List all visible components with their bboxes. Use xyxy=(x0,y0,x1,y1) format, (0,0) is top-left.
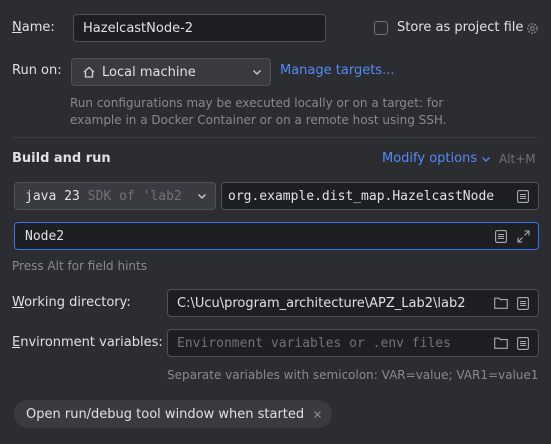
jdk-dropdown[interactable]: java 23 SDK of 'lab2 xyxy=(14,182,216,210)
expand-icon[interactable] xyxy=(516,229,530,243)
run-on-hint: Run configurations may be executed local… xyxy=(70,96,447,127)
gear-icon[interactable] xyxy=(524,20,540,36)
working-directory-field[interactable]: C:\Ucu\program_architecture\APZ_Lab2\lab… xyxy=(167,289,539,317)
environment-variables-field[interactable]: Environment variables or .env files xyxy=(167,329,539,357)
folder-icon[interactable] xyxy=(494,296,508,310)
modify-options-link[interactable]: Modify options xyxy=(382,150,491,168)
run-on-dropdown[interactable]: Local machine xyxy=(71,58,271,86)
close-icon[interactable] xyxy=(312,409,322,419)
list-icon[interactable] xyxy=(494,229,508,243)
chevron-down-icon xyxy=(197,191,207,201)
name-field[interactable]: HazelcastNode-2 xyxy=(73,14,326,42)
main-class-field[interactable]: org.example.dist_map.HazelcastNode xyxy=(221,182,539,210)
list-icon[interactable] xyxy=(516,296,530,310)
modify-options-shortcut: Alt+M xyxy=(499,152,536,166)
working-directory-label: Working directory: xyxy=(12,295,131,310)
list-icon[interactable] xyxy=(516,336,530,350)
chevron-down-icon xyxy=(252,67,262,77)
field-hint: Press Alt for field hints xyxy=(12,259,147,273)
jdk-detail: SDK of 'lab2 xyxy=(87,188,182,204)
list-icon[interactable] xyxy=(516,189,530,203)
open-tool-window-chip[interactable]: Open run/debug tool window when started xyxy=(14,400,333,428)
environment-variables-label: Environment variables: xyxy=(12,335,163,350)
environment-variables-placeholder: Environment variables or .env files xyxy=(177,335,451,351)
home-icon xyxy=(82,65,96,79)
jdk-version: java 23 xyxy=(25,188,80,204)
chevron-down-icon xyxy=(481,154,491,164)
store-as-project-file-checkbox[interactable] xyxy=(374,21,388,35)
name-label: Name: xyxy=(12,20,55,35)
run-on-label: Run on: xyxy=(12,63,62,78)
environment-variables-hint: Separate variables with semicolon: VAR=v… xyxy=(167,368,539,382)
manage-targets-link[interactable]: Manage targets... xyxy=(280,62,394,80)
program-arguments-field[interactable]: Node2 xyxy=(14,222,539,250)
build-and-run-title: Build and run xyxy=(12,151,111,166)
folder-icon[interactable] xyxy=(494,336,508,350)
separator xyxy=(12,137,539,138)
run-on-value: Local machine xyxy=(102,64,196,80)
store-as-project-file-label[interactable]: Store as project file xyxy=(397,19,523,37)
